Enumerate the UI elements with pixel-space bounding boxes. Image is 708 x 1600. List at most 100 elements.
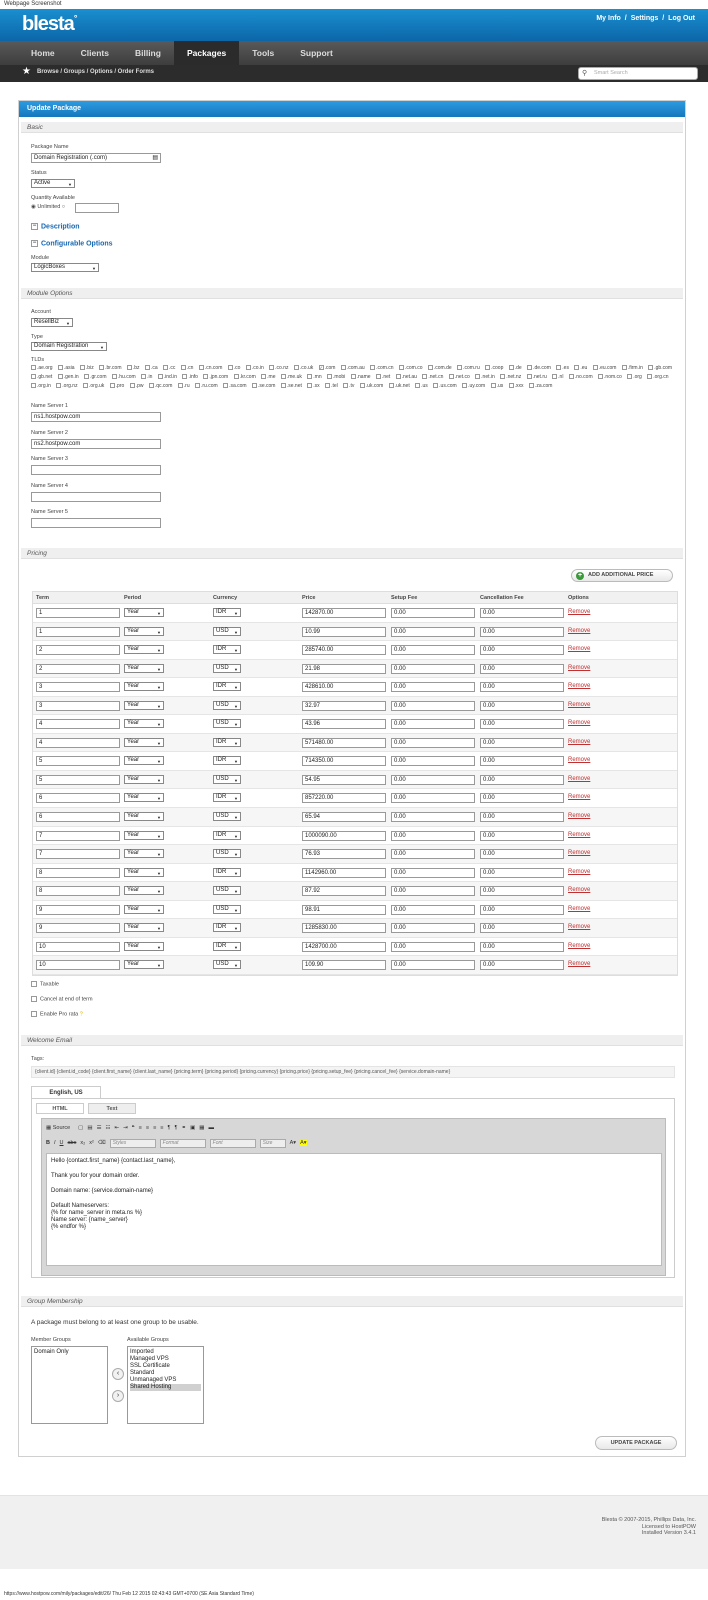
cancellation-fee-input[interactable]: 0.00 [480, 737, 564, 748]
setup-fee-input[interactable]: 0.00 [391, 719, 475, 730]
term-input[interactable]: 5 [36, 774, 120, 785]
available-group-item[interactable]: Managed VPS [130, 1356, 201, 1363]
price-input[interactable]: 285740.00 [302, 645, 386, 656]
price-input[interactable]: 1142960.00 [302, 867, 386, 878]
tld-checkbox[interactable]: .ae.org [31, 365, 55, 371]
price-input[interactable]: 54.95 [302, 774, 386, 785]
tld-checkbox[interactable]: .hu.com [111, 374, 138, 380]
tld-checkbox[interactable]: .net.au [395, 374, 419, 380]
link-icon[interactable]: ⚭ [181, 1125, 186, 1131]
cancellation-fee-input[interactable]: 0.00 [480, 812, 564, 823]
setup-fee-input[interactable]: 0.00 [391, 960, 475, 971]
setup-fee-input[interactable]: 0.00 [391, 682, 475, 693]
term-input[interactable]: 3 [36, 682, 120, 693]
format-dropdown[interactable]: Format [159, 1138, 206, 1148]
tld-checkbox[interactable]: .ru [177, 383, 192, 389]
tld-checkbox[interactable]: .org.nz [56, 383, 79, 389]
term-input[interactable]: 10 [36, 941, 120, 952]
package-name-input[interactable]: Domain Registration (.com) ▤ [31, 153, 161, 163]
tld-checkbox[interactable]: .com.co [398, 365, 425, 371]
term-input[interactable]: 2 [36, 645, 120, 656]
setup-fee-input[interactable]: 0.00 [391, 756, 475, 767]
tld-checkbox[interactable]: .cn [180, 365, 196, 371]
price-input[interactable]: 1428700.00 [302, 941, 386, 952]
tld-checkbox[interactable]: .biz [79, 365, 96, 371]
name-server-input[interactable] [31, 465, 161, 475]
align-left-icon[interactable]: ≡ [139, 1125, 142, 1131]
available-group-item[interactable]: Standard [130, 1370, 201, 1377]
available-group-item[interactable]: Shared Hosting [130, 1384, 201, 1391]
nav-clients[interactable]: Clients [68, 41, 122, 65]
outdent-icon[interactable]: ⇤ [114, 1125, 119, 1131]
blesta-logo[interactable]: blesta° [22, 13, 77, 36]
cancellation-fee-input[interactable]: 0.00 [480, 626, 564, 637]
currency-select[interactable]: IDR [213, 867, 241, 877]
update-package-button[interactable]: UPDATE PACKAGE [595, 1436, 677, 1450]
setup-fee-input[interactable]: 0.00 [391, 886, 475, 897]
setup-fee-input[interactable]: 0.00 [391, 923, 475, 934]
period-select[interactable]: Year [124, 700, 164, 710]
setup-fee-input[interactable]: 0.00 [391, 793, 475, 804]
setup-fee-input[interactable]: 0.00 [391, 700, 475, 711]
type-select[interactable]: Domain Registration [31, 342, 107, 351]
indent-icon[interactable]: ⇥ [123, 1125, 128, 1131]
remove-link[interactable]: Remove [568, 609, 590, 615]
period-select[interactable]: Year [124, 941, 164, 951]
setup-fee-input[interactable]: 0.00 [391, 774, 475, 785]
remove-link[interactable]: Remove [568, 683, 590, 689]
period-select[interactable]: Year [124, 867, 164, 877]
description-toggle[interactable]: − Description [31, 223, 80, 230]
currency-select[interactable]: USD [213, 904, 241, 914]
tld-checkbox[interactable]: .asia [57, 365, 77, 371]
tld-checkbox[interactable]: .us [415, 383, 430, 389]
tld-checkbox[interactable]: .org.cn [647, 374, 670, 380]
setup-fee-input[interactable]: 0.00 [391, 941, 475, 952]
unlimited-radio[interactable]: ◉ Unlimited ○ [31, 204, 65, 210]
term-input[interactable]: 3 [36, 700, 120, 711]
term-input[interactable]: 9 [36, 904, 120, 915]
taxable-checkbox[interactable]: Taxable [31, 981, 59, 987]
tld-checkbox[interactable]: ✓ .com [318, 365, 338, 371]
remove-link[interactable]: Remove [568, 776, 590, 782]
remove-link[interactable]: Remove [568, 702, 590, 708]
justify-icon[interactable]: ≡ [160, 1125, 163, 1131]
cancellation-fee-input[interactable]: 0.00 [480, 849, 564, 860]
period-select[interactable]: Year [124, 812, 164, 822]
setup-fee-input[interactable]: 0.00 [391, 812, 475, 823]
tld-checkbox[interactable]: .co [227, 365, 243, 371]
tld-checkbox[interactable]: .jpn.com [203, 374, 230, 380]
name-server-input[interactable] [31, 491, 161, 502]
prorata-checkbox[interactable]: Enable Pro rata ? [31, 1011, 83, 1017]
currency-select[interactable]: USD [213, 849, 241, 859]
cancellation-fee-input[interactable]: 0.00 [480, 756, 564, 767]
period-select[interactable]: Year [124, 849, 164, 859]
price-input[interactable]: 10.99 [302, 626, 386, 637]
currency-select[interactable]: IDR [213, 941, 241, 951]
tld-checkbox[interactable]: .mobi [327, 374, 347, 380]
tld-checkbox[interactable]: .gb.com [648, 365, 674, 371]
account-select[interactable]: ResellBiz [31, 318, 73, 327]
tab-text[interactable]: Text [88, 1103, 136, 1114]
nav-tools[interactable]: Tools [239, 41, 287, 65]
setup-fee-input[interactable]: 0.00 [391, 663, 475, 674]
price-input[interactable]: 428610.00 [302, 682, 386, 693]
tld-checkbox[interactable]: .coop [485, 365, 505, 371]
setup-fee-input[interactable]: 0.00 [391, 904, 475, 915]
tld-checkbox[interactable]: .gen.in [57, 374, 81, 380]
ltr-icon[interactable]: ¶ [168, 1125, 171, 1131]
nav-billing[interactable]: Billing [122, 41, 174, 65]
remove-link[interactable]: Remove [568, 757, 590, 763]
name-server-input[interactable] [31, 518, 161, 528]
period-select[interactable]: Year [124, 960, 164, 970]
price-input[interactable]: 32.97 [302, 700, 386, 711]
blockquote-icon[interactable]: ❝ [132, 1125, 135, 1131]
period-select[interactable]: Year [124, 756, 164, 766]
price-input[interactable]: 43.96 [302, 719, 386, 730]
remove-link[interactable]: Remove [568, 739, 590, 745]
cancellation-fee-input[interactable]: 0.00 [480, 774, 564, 785]
tld-checkbox[interactable]: .uy.com [462, 383, 487, 389]
tld-checkbox[interactable]: .gr.com [84, 374, 108, 380]
tld-checkbox[interactable]: .eu.com [592, 365, 619, 371]
price-input[interactable]: 857220.00 [302, 793, 386, 804]
tld-checkbox[interactable]: .firm.in [621, 365, 645, 371]
